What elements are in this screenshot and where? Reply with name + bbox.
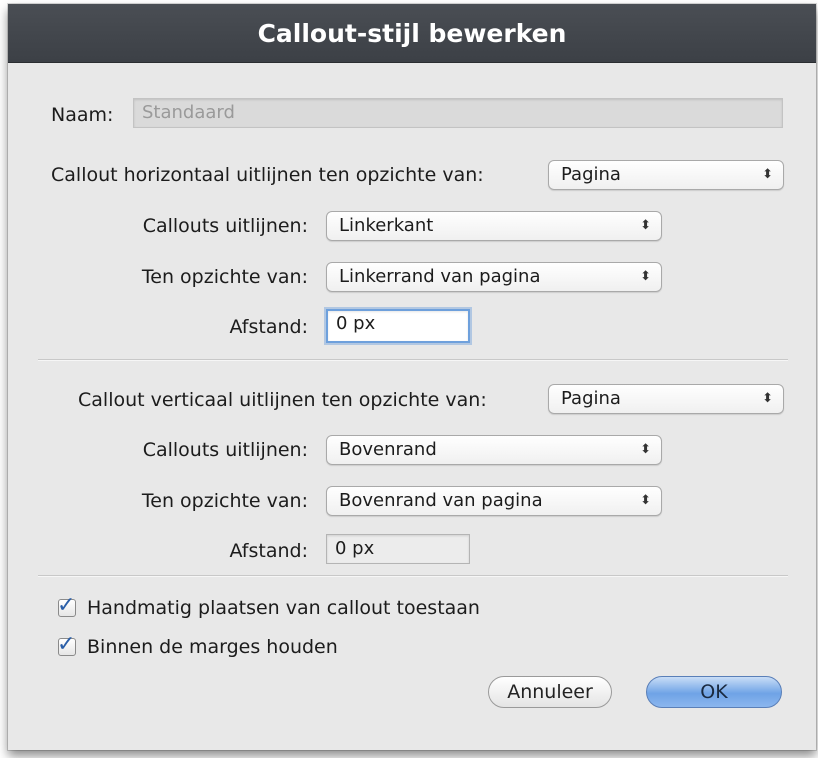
horizontal-relative-value: Pagina: [561, 164, 621, 185]
vertical-align-value: Bovenrand: [339, 439, 437, 460]
updown-chevrons-icon: ⬍: [640, 218, 651, 233]
horizontal-align-label: Callouts uitlijnen:: [142, 215, 308, 237]
vertical-align-label: Callouts uitlijnen:: [142, 439, 308, 461]
horizontal-distance-label: Afstand:: [229, 316, 308, 338]
name-label: Naam:: [51, 104, 114, 126]
manual-placement-label: Handmatig plaatsen van callout toestaan: [87, 597, 480, 619]
updown-chevrons-icon: ⬍: [640, 442, 651, 457]
vertical-relative-to-label: Ten opzichte van:: [141, 490, 308, 512]
keep-in-margins-checkbox[interactable]: ✓: [56, 632, 78, 658]
updown-chevrons-icon: ⬍: [640, 269, 651, 284]
horizontal-relative-to-popup[interactable]: Linkerrand van pagina ⬍: [326, 262, 662, 292]
vertical-distance-field[interactable]: 0 px: [326, 534, 470, 564]
horizontal-relative-to-value: Linkerrand van pagina: [339, 266, 541, 287]
horizontal-align-value: Linkerkant: [339, 215, 434, 236]
horizontal-distance-field[interactable]: 0 px: [326, 309, 470, 343]
name-field[interactable]: Standaard: [133, 98, 783, 128]
vertical-heading: Callout verticaal uitlijnen ten opzichte…: [78, 389, 487, 411]
horizontal-relative-to-label: Ten opzichte van:: [141, 266, 308, 288]
vertical-align-popup[interactable]: Bovenrand ⬍: [326, 435, 662, 465]
ok-button[interactable]: OK: [646, 676, 782, 708]
section-divider: [38, 359, 788, 361]
manual-placement-checkbox[interactable]: ✓: [56, 593, 78, 619]
cancel-button[interactable]: Annuleer: [488, 676, 612, 708]
updown-chevrons-icon: ⬍: [640, 493, 651, 508]
vertical-relative-popup[interactable]: Pagina ⬍: [548, 384, 784, 414]
checkmark-icon: ✓: [57, 632, 76, 657]
section-divider: [38, 575, 788, 577]
callout-style-dialog: Callout-stijl bewerken Naam: Standaard C…: [8, 4, 816, 750]
horizontal-align-popup[interactable]: Linkerkant ⬍: [326, 211, 662, 241]
horizontal-relative-popup[interactable]: Pagina ⬍: [548, 160, 784, 190]
checkmark-icon: ✓: [57, 593, 76, 618]
dialog-title: Callout-stijl bewerken: [8, 4, 816, 63]
horizontal-heading: Callout horizontaal uitlijnen ten opzich…: [51, 164, 484, 186]
vertical-distance-label: Afstand:: [229, 540, 308, 562]
vertical-relative-value: Pagina: [561, 388, 621, 409]
updown-chevrons-icon: ⬍: [762, 391, 773, 406]
vertical-relative-to-value: Bovenrand van pagina: [339, 490, 543, 511]
vertical-relative-to-popup[interactable]: Bovenrand van pagina ⬍: [326, 486, 662, 516]
keep-in-margins-label: Binnen de marges houden: [87, 636, 338, 658]
updown-chevrons-icon: ⬍: [762, 167, 773, 182]
